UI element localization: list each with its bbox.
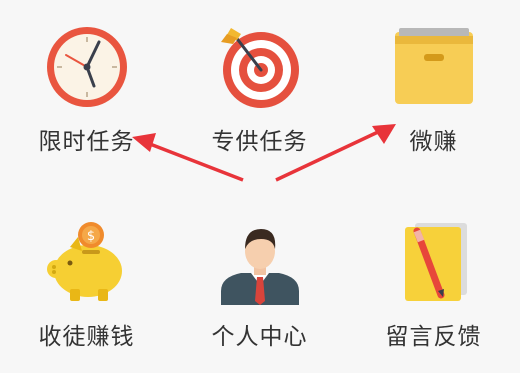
businessman-avatar-icon: [220, 229, 299, 305]
menu-item-micro-earn[interactable]: 微赚: [347, 0, 520, 186]
target-dart-icon: [220, 28, 299, 108]
menu-item-label: 留言反馈: [385, 324, 482, 350]
menu-item-label: 个人中心: [211, 324, 308, 350]
yellow-box-icon: [394, 28, 473, 104]
alarm-clock-icon: [46, 27, 127, 107]
svg-text:$: $: [86, 229, 94, 244]
menu-item-label: 专供任务: [211, 129, 308, 155]
menu-item-recruit-apprentice-earn[interactable]: $ 收徒赚钱: [0, 187, 173, 373]
menu-item-label: 限时任务: [38, 129, 135, 155]
menu-item-personal-center[interactable]: 个人中心: [173, 187, 346, 373]
piggy-bank-icon: $: [46, 222, 122, 301]
notepad-pencil-icon: [404, 223, 467, 301]
menu-item-label: 微赚: [409, 129, 458, 155]
menu-item-feedback[interactable]: 留言反馈: [347, 187, 520, 373]
menu-item-exclusive-tasks[interactable]: 专供任务: [173, 0, 346, 186]
menu-item-label: 收徒赚钱: [38, 324, 135, 350]
menu-item-limited-time-tasks[interactable]: 限时任务: [0, 0, 173, 186]
